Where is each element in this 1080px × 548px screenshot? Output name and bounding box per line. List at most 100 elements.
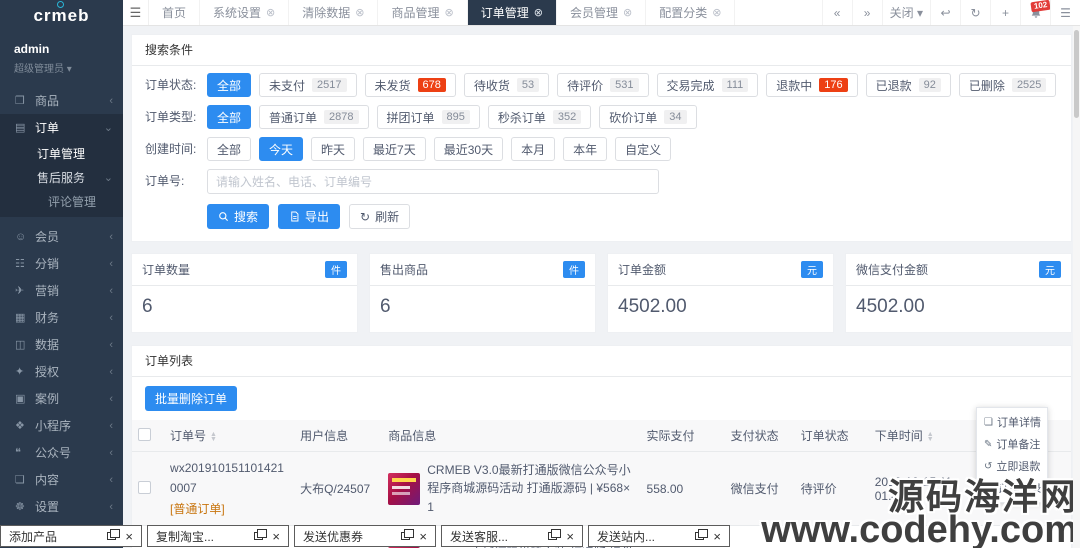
tab-close-icon[interactable]: ⊗ <box>445 6 454 19</box>
scrollbar-thumb[interactable] <box>1074 30 1079 118</box>
sidebar-item-order[interactable]: ▤ 订单 ⌄ <box>0 114 123 141</box>
tab-clear-data[interactable]: 清除数据⊗ <box>289 0 378 25</box>
user-role-dropdown[interactable]: 超级管理员 ▾ <box>14 60 109 75</box>
menu-item-order-remark[interactable]: ✎订单备注 <box>977 433 1047 455</box>
table-header-row: 订单号▲▼ 用户信息 商品信息 实际支付 支付状态 订单状态 下单时间▲▼ 操作 <box>132 420 1071 452</box>
status-filter-all[interactable]: 全部 <box>207 73 251 97</box>
sidebar-item-member[interactable]: ☺会员‹ <box>0 223 123 250</box>
status-filter-to-receive[interactable]: 待收货53 <box>464 73 549 97</box>
sort-icon[interactable]: ▲▼ <box>210 432 217 442</box>
restore-window-icon[interactable] <box>695 532 704 540</box>
tab-close-icon[interactable]: ⊗ <box>355 6 364 19</box>
order-time: 2019-10-15 11:01:42 <box>869 452 967 526</box>
restore-window-icon[interactable] <box>107 532 116 540</box>
new-tab-icon[interactable]: + <box>990 0 1020 25</box>
task-tab-send-site-msg[interactable]: 发送站内...× <box>588 525 730 547</box>
time-filter-yesterday[interactable]: 昨天 <box>311 137 355 161</box>
menu-item-refund-now[interactable]: ↺立即退款 <box>977 455 1047 477</box>
time-filter-custom[interactable]: 自定义 <box>615 137 671 161</box>
task-tab-send-service[interactable]: 发送客服...× <box>441 525 583 547</box>
status-filter-complete[interactable]: 交易完成111 <box>657 73 759 97</box>
sort-icon[interactable]: ▲▼ <box>927 432 934 442</box>
time-filter-30days[interactable]: 最近30天 <box>434 137 503 161</box>
restore-window-icon[interactable] <box>401 532 410 540</box>
status-filter-unpaid[interactable]: 未支付2517 <box>259 73 357 97</box>
sidebar-item-comment-manage[interactable]: 评论管理 <box>0 189 123 213</box>
restore-window-icon[interactable] <box>254 532 263 540</box>
close-icon[interactable]: × <box>272 529 280 544</box>
batch-delete-button[interactable]: 批量删除订单 <box>145 386 237 411</box>
sidebar-item-case[interactable]: ▣案例‹ <box>0 385 123 412</box>
order-type-tag: [普通订单] <box>170 499 288 519</box>
sidebar-item-finance[interactable]: ▦财务‹ <box>0 304 123 331</box>
close-icon[interactable]: × <box>566 529 574 544</box>
sidebar-item-content[interactable]: ❏内容‹ <box>0 466 123 493</box>
sidebar-item-after-sale[interactable]: 售后服务 ⌄ <box>0 165 123 189</box>
nav-forward-tabs-icon[interactable]: » <box>852 0 882 25</box>
task-tab-add-product[interactable]: 添加产品× <box>0 525 142 547</box>
close-icon[interactable]: × <box>713 529 721 544</box>
tab-close-icon[interactable]: ⊗ <box>623 6 632 19</box>
sidebar-item-data[interactable]: ◫数据‹ <box>0 331 123 358</box>
order-search-input[interactable] <box>207 169 659 194</box>
row-checkbox[interactable] <box>138 481 151 494</box>
product-thumbnail <box>388 473 420 505</box>
app-window: crmeb admin 超级管理员 ▾ ❒ 商品 ‹ ▤ 订单 ⌄ 订单管理 <box>0 0 1080 548</box>
time-filter-all[interactable]: 全部 <box>207 137 251 161</box>
tab-config-category[interactable]: 配置分类⊗ <box>646 0 735 25</box>
order-status: 待收货 <box>795 526 869 548</box>
tab-close-icon[interactable]: ⊗ <box>712 6 721 19</box>
select-all-checkbox[interactable] <box>138 428 151 441</box>
type-filter-group[interactable]: 拼团订单895 <box>377 105 480 129</box>
refresh-icon[interactable]: ↻ <box>960 0 990 25</box>
status-filter-refunding[interactable]: 退款中176 <box>766 73 857 97</box>
time-filter-today[interactable]: 今天 <box>259 137 303 161</box>
close-icon[interactable]: × <box>125 529 133 544</box>
tab-order-manage[interactable]: 订单管理⊗ <box>468 0 557 25</box>
tab-system-settings[interactable]: 系统设置⊗ <box>200 0 289 25</box>
hamburger-icon[interactable]: ☰ <box>123 0 149 25</box>
time-filter-7days[interactable]: 最近7天 <box>363 137 426 161</box>
sidebar-item-miniprogram[interactable]: ❖小程序‹ <box>0 412 123 439</box>
type-filter-bargain[interactable]: 砍价订单34 <box>599 105 696 129</box>
time-filter-month[interactable]: 本月 <box>511 137 555 161</box>
status-filter-refunded[interactable]: 已退款92 <box>866 73 951 97</box>
sidebar-item-settings[interactable]: ☸设置‹ <box>0 493 123 520</box>
task-tab-send-coupon[interactable]: 发送优惠券× <box>294 525 436 547</box>
sidebar-item-goods[interactable]: ❒ 商品 ‹ <box>0 87 123 114</box>
type-filter-normal[interactable]: 普通订单2878 <box>259 105 369 129</box>
tab-goods-manage[interactable]: 商品管理⊗ <box>378 0 467 25</box>
task-tab-copy-taobao[interactable]: 复制淘宝...× <box>147 525 289 547</box>
back-icon[interactable]: ↩ <box>930 0 960 25</box>
brand-logo[interactable]: crmeb <box>0 0 123 32</box>
status-filter-deleted[interactable]: 已删除2525 <box>959 73 1057 97</box>
tab-close-icon[interactable]: ⊗ <box>534 6 543 19</box>
close-icon[interactable]: × <box>419 529 427 544</box>
sidebar-menu: ❒ 商品 ‹ ▤ 订单 ⌄ 订单管理 售后服务 ⌄ 评论管理 <box>0 87 123 548</box>
search-panel-title: 搜索条件 <box>132 35 1071 66</box>
export-button[interactable]: 导出 <box>278 204 340 229</box>
restore-window-icon[interactable] <box>548 532 557 540</box>
menu-item-order-record[interactable]: ▤订单记录 <box>977 477 1047 499</box>
status-filter-unshipped[interactable]: 未发货678 <box>365 73 456 97</box>
tab-home[interactable]: 首页 <box>149 0 200 25</box>
close-tabs-dropdown[interactable]: 关闭 ▾ <box>882 0 930 25</box>
type-filter-all[interactable]: 全部 <box>207 105 251 129</box>
tab-close-icon[interactable]: ⊗ <box>266 6 275 19</box>
sidebar-item-order-manage[interactable]: 订单管理 <box>0 141 123 165</box>
search-button[interactable]: 搜索 <box>207 204 269 229</box>
sidebar-item-auth[interactable]: ✦授权‹ <box>0 358 123 385</box>
sidebar-item-marketing[interactable]: ✈营销‹ <box>0 277 123 304</box>
menu-icon[interactable]: ☰ <box>1050 0 1080 25</box>
notification-bell-icon[interactable]: 102 <box>1020 0 1050 25</box>
status-filter-to-review[interactable]: 待评价531 <box>557 73 648 97</box>
time-filter-year[interactable]: 本年 <box>563 137 607 161</box>
type-filter-seckill[interactable]: 秒杀订单352 <box>488 105 591 129</box>
tab-member-manage[interactable]: 会员管理⊗ <box>557 0 646 25</box>
sidebar-item-distribution[interactable]: ☷分销‹ <box>0 250 123 277</box>
refresh-button[interactable]: ↻ 刷新 <box>349 204 410 229</box>
sidebar-item-official-account[interactable]: ❝公众号‹ <box>0 439 123 466</box>
menu-item-order-detail[interactable]: ❏订单详情 <box>977 411 1047 433</box>
actual-pay: 558.00 <box>641 452 725 526</box>
nav-back-tabs-icon[interactable]: « <box>822 0 852 25</box>
